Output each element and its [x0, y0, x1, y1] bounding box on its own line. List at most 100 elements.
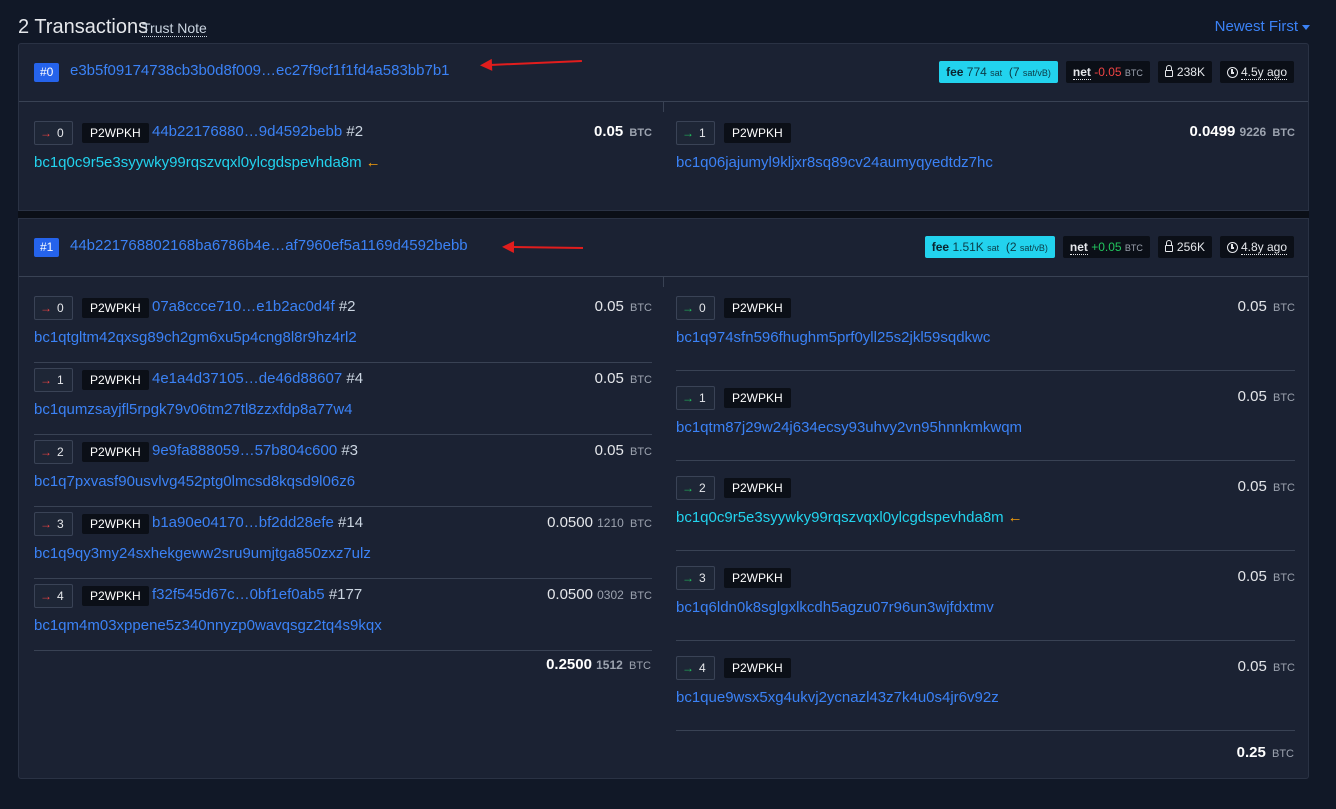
output-index-button[interactable]: → 2 [676, 476, 715, 500]
previous-output-link[interactable]: 9e9fa888059…57b804c600 #3 [152, 442, 358, 459]
output-index-button[interactable]: → 0 [676, 296, 715, 320]
output-amount: 0.05 BTC [1237, 568, 1295, 585]
input-index-button[interactable]: → 3 [34, 512, 73, 536]
age-badge: 4.8y ago [1219, 236, 1294, 258]
transaction-badges: fee 1.51K sat (2 sat/vB) net +0.05 BTC 2… [924, 236, 1294, 258]
input-index-button[interactable]: → 1 [34, 368, 73, 392]
fee-badge: fee 774 sat (7 sat/vB) [939, 61, 1058, 83]
arrow-right-icon: → [40, 301, 52, 315]
column-divider [663, 102, 664, 112]
input-address-link[interactable]: bc1qumzsayjfl5rpgk79v06tm27tl8zzxfdp8a77… [34, 401, 353, 418]
output-index-button[interactable]: → 1 [676, 121, 715, 145]
script-type-badge: P2WPKH [82, 298, 149, 318]
net-badge: net +0.05 BTC [1062, 236, 1150, 258]
output-address-link[interactable]: bc1q6ldn0k8sglgxlkcdh5agzu07r96un3wjfdxt… [676, 599, 994, 616]
script-type-badge: P2WPKH [724, 298, 791, 318]
sort-label: Newest First [1214, 18, 1298, 35]
transaction-id-link[interactable]: e3b5f09174738cb3b0d8f009…ec27f9cf1f1fd4a… [70, 62, 450, 79]
sort-dropdown[interactable]: Newest First [1215, 18, 1310, 35]
output-amount: 0.05 BTC [1237, 298, 1295, 315]
input-row: → 1 P2WPKH 4e1a4d37105…de46d88607 #4 0.05… [34, 363, 652, 435]
input-address-link[interactable]: bc1qm4m03xppene5z340nnyzp0wavqsgz2tq4s9k… [34, 617, 382, 634]
script-type-badge: P2WPKH [724, 658, 791, 678]
input-row: → 3 P2WPKH b1a90e04170…bf2dd28efe #14 0.0… [34, 507, 652, 579]
output-index-button[interactable]: → 3 [676, 566, 715, 590]
input-address-link[interactable]: bc1qtgltm42qxsg89ch2gm6xu5p4cng8l8r9hz4r… [34, 329, 357, 346]
arrow-right-icon: → [682, 301, 694, 315]
inputs-total: 0.2500 1512 BTC [546, 656, 651, 673]
previous-output-link[interactable]: 44b22176880…9d4592bebb #2 [152, 123, 363, 140]
trust-note-link[interactable]: Trust Note [142, 20, 207, 37]
transaction-separator [18, 211, 1309, 218]
output-address-link[interactable]: bc1q974sfn596fhughm5prf0yll25s2jkl59sqdk… [676, 329, 990, 346]
output-address-link[interactable]: bc1que9wsx5xg4ukvj2ycnazl43z7k4u0s4jr6v9… [676, 689, 999, 706]
lock-icon [1164, 240, 1173, 252]
script-type-badge: P2WPKH [82, 586, 149, 606]
transaction-count: 2 Transactions [18, 16, 149, 38]
previous-output-link[interactable]: f32f545d67c…0bf1ef0ab5 #177 [152, 586, 362, 603]
transaction-index-badge: #0 [34, 63, 60, 82]
input-row: → 0 P2WPKH 07a8ccce710…e1b2ac0d4f #2 0.05… [34, 291, 652, 363]
transactions-header: 2 Transactions Trust Note Newest First [18, 14, 1310, 42]
arrow-left-icon: ← [365, 154, 381, 171]
input-amount: 0.05 BTC [594, 298, 652, 315]
output-amount: 0.0499 9226 BTC [1189, 123, 1295, 140]
output-row: → 1 P2WPKH 0.0499 9226 BTC bc1q06jajumyl9… [676, 116, 1295, 188]
arrow-right-icon: → [40, 126, 52, 140]
input-address-link[interactable]: bc1q9qy3my24sxhekgeww2sru9umjtga850zxz7u… [34, 545, 371, 562]
output-address-link[interactable]: bc1qtm87j29w24j634ecsy93uhvy2vn95hnnkmkw… [676, 419, 1022, 436]
output-address-link[interactable]: bc1q06jajumyl9kljxr8sq89cv24aumyqyedtdz7… [676, 154, 993, 171]
transaction-badges: fee 774 sat (7 sat/vB) net -0.05 BTC 238… [939, 61, 1294, 83]
clock-icon [1226, 242, 1238, 253]
output-row: → 3 P2WPKH 0.05 BTC bc1q6ldn0k8sglgxlkcdh… [676, 561, 1295, 641]
output-amount: 0.05 BTC [1237, 388, 1295, 405]
transaction-card: #1 44b221768802168ba6786b4e…af7960ef5a11… [18, 218, 1309, 779]
input-row: → 2 P2WPKH 9e9fa888059…57b804c600 #3 0.05… [34, 435, 652, 507]
output-row: → 4 P2WPKH 0.05 BTC bc1que9wsx5xg4ukvj2yc… [676, 651, 1295, 731]
clock-icon [1226, 67, 1238, 78]
arrow-right-icon: → [40, 517, 52, 531]
input-amount: 0.0500 0302 BTC [547, 586, 652, 603]
input-row: → 4 P2WPKH f32f545d67c…0bf1ef0ab5 #177 0.… [34, 579, 652, 651]
previous-output-link[interactable]: 4e1a4d37105…de46d88607 #4 [152, 370, 363, 387]
input-amount: 0.05 BTC [594, 370, 652, 387]
output-amount: 0.05 BTC [1237, 658, 1295, 675]
input-index-button[interactable]: → 2 [34, 440, 73, 464]
output-amount: 0.05 BTC [1237, 478, 1295, 495]
output-index-button[interactable]: → 1 [676, 386, 715, 410]
transaction-index-badge: #1 [34, 238, 60, 257]
input-address-link[interactable]: bc1q0c9r5e3syywky99rqszvqxl0ylcgdspevhda… [34, 154, 381, 171]
output-index-button[interactable]: → 4 [676, 656, 715, 680]
outputs-total: 0.25 BTC [1236, 744, 1294, 761]
net-badge: net -0.05 BTC [1065, 61, 1150, 83]
arrow-right-icon: → [40, 445, 52, 459]
arrow-right-icon: → [682, 571, 694, 585]
arrow-right-icon: → [682, 391, 694, 405]
input-address-link[interactable]: bc1q7pxvasf90usvlvg452ptg0lmcsd8kqsd9l06… [34, 473, 355, 490]
input-amount: 0.0500 1210 BTC [547, 514, 652, 531]
input-index-button[interactable]: → 0 [34, 121, 73, 145]
script-type-badge: P2WPKH [82, 514, 149, 534]
size-badge: 238K [1157, 61, 1212, 83]
transaction-header: #0 e3b5f09174738cb3b0d8f009…ec27f9cf1f1f… [19, 44, 1308, 102]
script-type-badge: P2WPKH [724, 568, 791, 588]
previous-output-link[interactable]: 07a8ccce710…e1b2ac0d4f #2 [152, 298, 356, 315]
output-row: → 2 P2WPKH 0.05 BTC bc1q0c9r5e3syywky99rq… [676, 471, 1295, 551]
script-type-badge: P2WPKH [724, 123, 791, 143]
input-amount: 0.05 BTC [594, 442, 652, 459]
input-index-button[interactable]: → 0 [34, 296, 73, 320]
input-index-button[interactable]: → 4 [34, 584, 73, 608]
arrow-left-icon: ← [1007, 509, 1023, 526]
previous-output-link[interactable]: b1a90e04170…bf2dd28efe #14 [152, 514, 363, 531]
chevron-down-icon [1302, 24, 1310, 30]
arrow-right-icon: → [682, 126, 694, 140]
input-amount: 0.05 BTC [594, 123, 652, 140]
output-row: → 0 P2WPKH 0.05 BTC bc1q974sfn596fhughm5p… [676, 291, 1295, 371]
output-address-link[interactable]: bc1q0c9r5e3syywky99rqszvqxl0ylcgdspevhda… [676, 509, 1023, 526]
script-type-badge: P2WPKH [82, 123, 149, 143]
transaction-id-link[interactable]: 44b221768802168ba6786b4e…af7960ef5a1169d… [70, 237, 468, 254]
arrow-right-icon: → [40, 373, 52, 387]
input-row: → 0 P2WPKH 44b22176880…9d4592bebb #2 0.05… [34, 116, 652, 188]
fee-badge: fee 1.51K sat (2 sat/vB) [924, 236, 1055, 258]
script-type-badge: P2WPKH [724, 388, 791, 408]
